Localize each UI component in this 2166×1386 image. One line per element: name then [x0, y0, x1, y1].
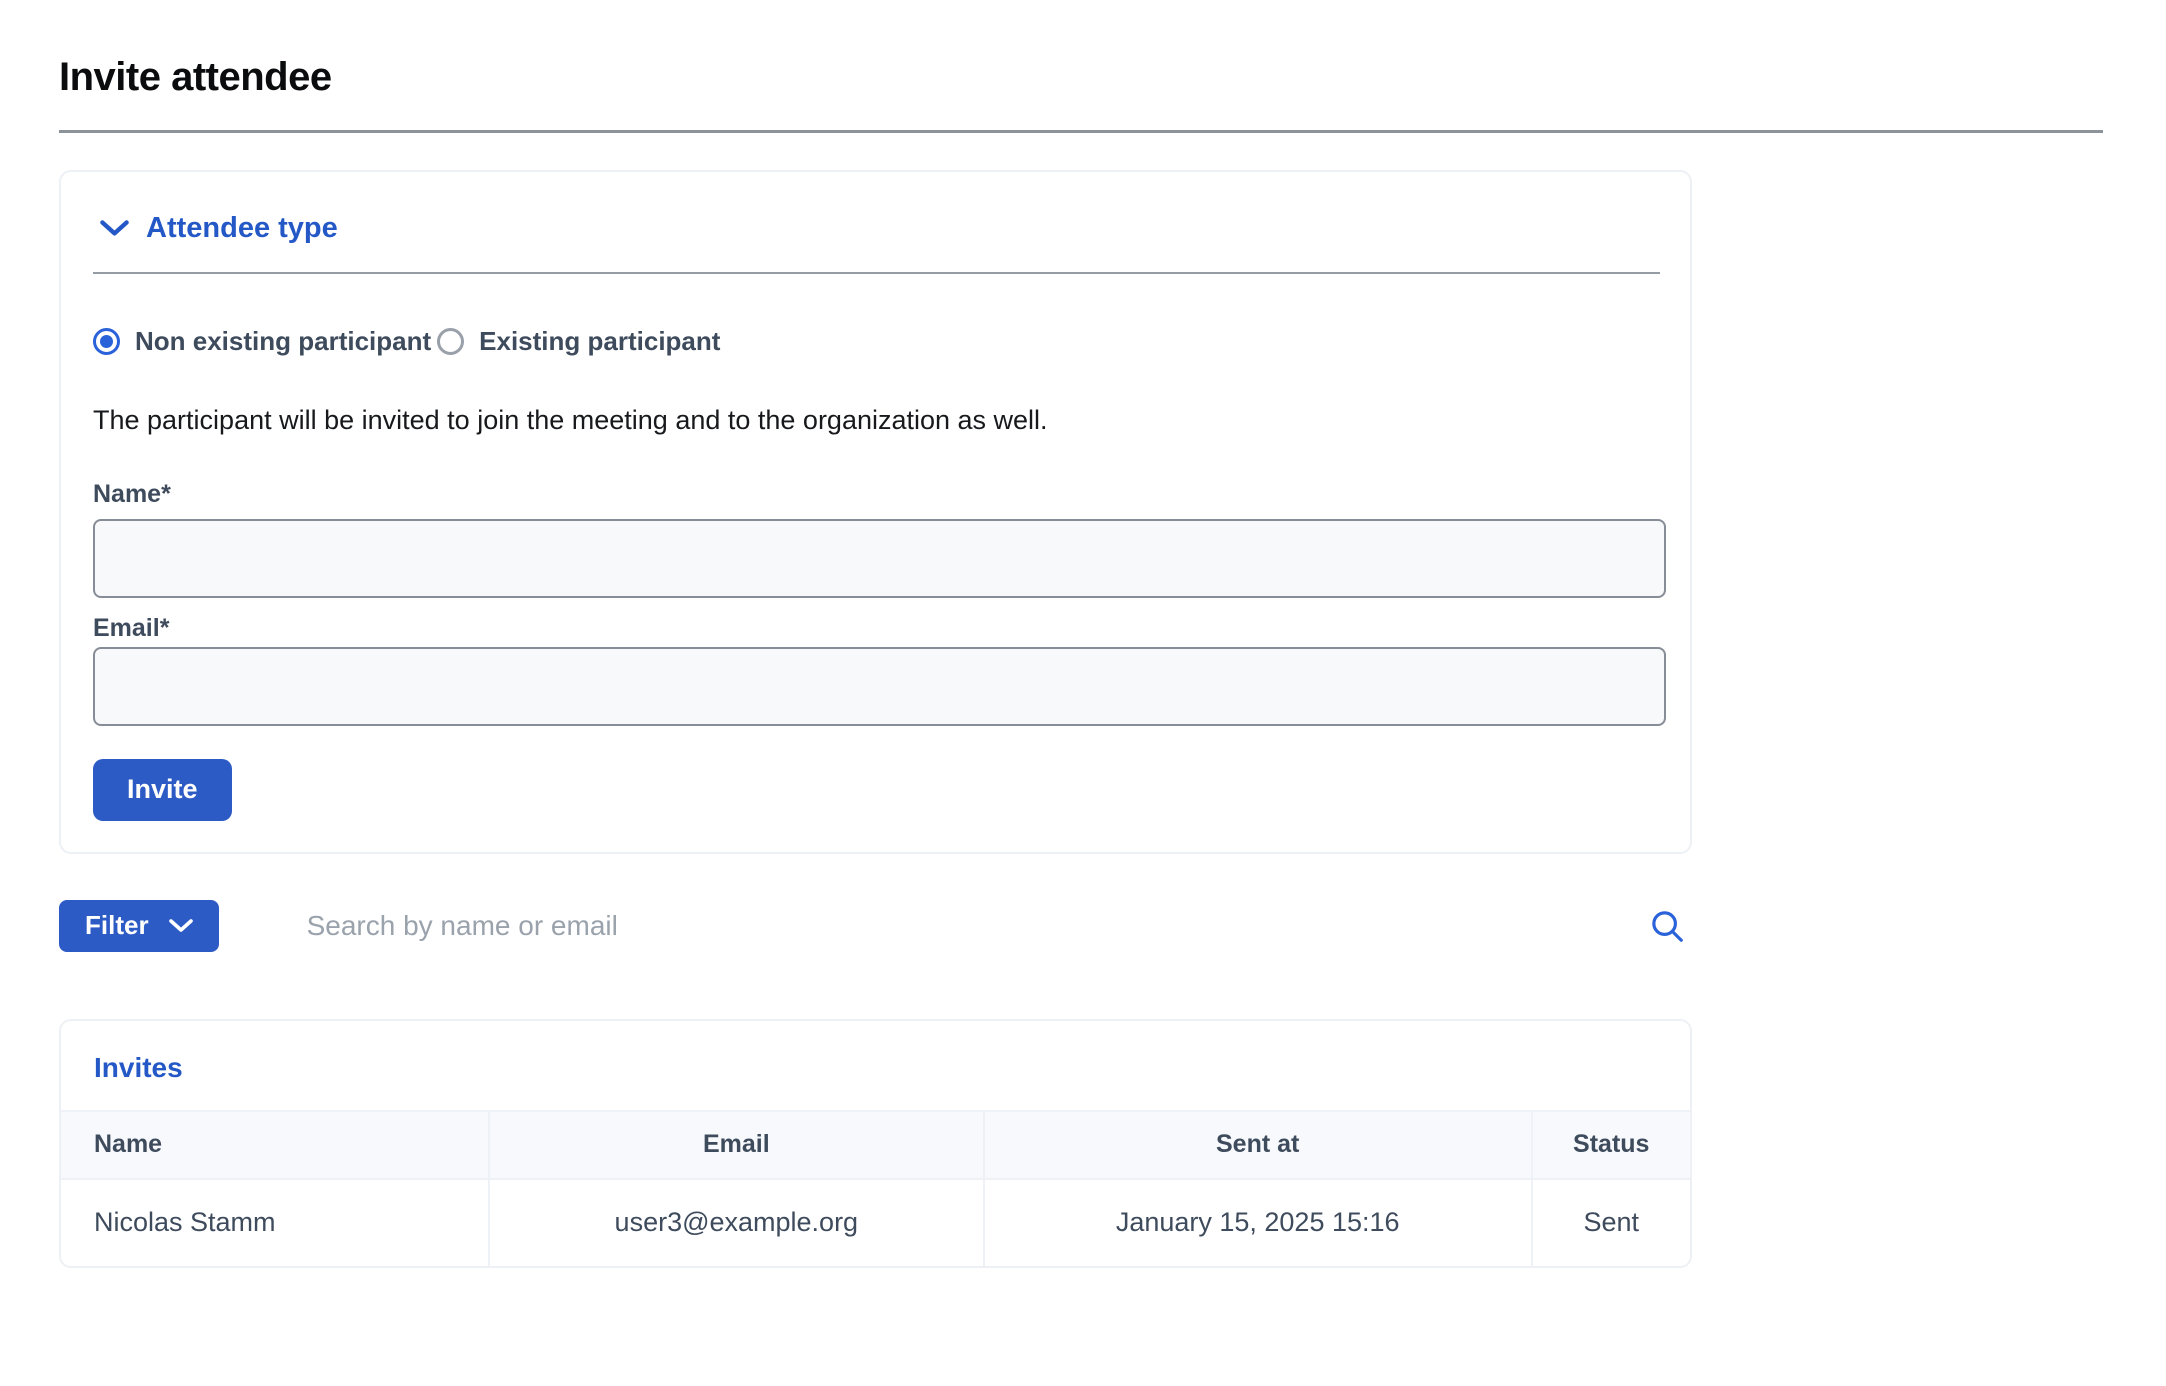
invite-description-text: The participant will be invited to join …: [93, 405, 1660, 436]
invite-sent-at-cell: January 15, 2025 15:16: [984, 1179, 1532, 1266]
attendee-type-section-toggle[interactable]: Attendee type: [100, 212, 1660, 245]
search-button[interactable]: [1648, 907, 1686, 945]
title-divider: [59, 130, 2103, 133]
invites-table-header-row: Name Email Sent at Status: [61, 1111, 1690, 1179]
invite-status-cell: Sent: [1532, 1179, 1691, 1266]
radio-selected-icon[interactable]: [93, 328, 120, 355]
invite-name-cell: Nicolas Stamm: [61, 1179, 489, 1266]
invite-email-cell: user3@example.org: [489, 1179, 984, 1266]
column-header-sent-at: Sent at: [984, 1111, 1532, 1179]
email-field-label: Email*: [93, 614, 1660, 643]
attendee-type-radio-group: Non existing participant Existing partic…: [93, 326, 1660, 357]
filter-search-row: Filter: [59, 900, 1692, 952]
radio-non-existing-participant[interactable]: Non existing participant: [93, 326, 431, 357]
invites-card: Invites Name Email Sent at Status Nicola…: [59, 1019, 1692, 1268]
attendee-type-section-title: Attendee type: [146, 212, 338, 245]
invite-button[interactable]: Invite: [93, 759, 232, 821]
chevron-down-icon: [100, 220, 129, 237]
email-field-group: Email*: [93, 614, 1660, 726]
chevron-down-icon: [169, 919, 193, 933]
email-input[interactable]: [93, 647, 1666, 726]
search-icon: [1648, 907, 1686, 945]
filter-button-label: Filter: [85, 910, 149, 941]
name-input[interactable]: [93, 519, 1666, 598]
column-header-email: Email: [489, 1111, 984, 1179]
section-divider: [93, 272, 1660, 274]
radio-label: Non existing participant: [135, 326, 431, 357]
filter-button[interactable]: Filter: [59, 900, 219, 952]
invites-section-title: Invites: [61, 1021, 1690, 1110]
radio-existing-participant[interactable]: Existing participant: [437, 326, 720, 357]
attendee-form-card: Attendee type Non existing participant E…: [59, 170, 1692, 854]
invites-table: Name Email Sent at Status Nicolas Stamm …: [61, 1110, 1690, 1266]
invite-attendee-page: Invite attendee Attendee type Non existi…: [0, 54, 2166, 1268]
name-field-group: Name*: [93, 480, 1660, 598]
search-input[interactable]: [305, 909, 1636, 943]
radio-unselected-icon[interactable]: [437, 328, 464, 355]
page-title: Invite attendee: [59, 54, 2103, 100]
table-row: Nicolas Stamm user3@example.org January …: [61, 1179, 1690, 1266]
name-field-label: Name*: [93, 480, 1660, 509]
radio-label: Existing participant: [479, 326, 720, 357]
column-header-status: Status: [1532, 1111, 1691, 1179]
column-header-name: Name: [61, 1111, 489, 1179]
